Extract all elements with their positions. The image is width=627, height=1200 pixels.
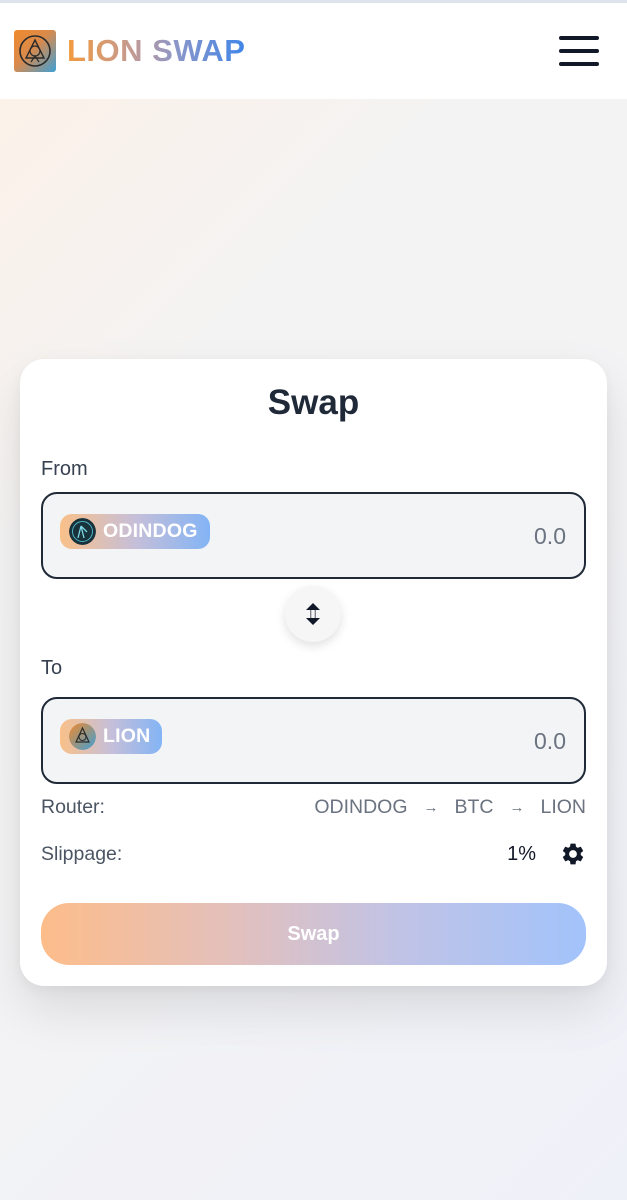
- to-token-box: LION: [41, 697, 586, 784]
- app-header: LION SWAP: [0, 3, 627, 99]
- hamburger-menu-icon[interactable]: [559, 36, 599, 66]
- from-token-box: ODINDOG: [41, 492, 586, 579]
- router-row: Router: ODINDOG → BTC → LION: [41, 796, 586, 819]
- route-token-btc: BTC: [454, 796, 494, 818]
- brand[interactable]: LION SWAP: [14, 30, 245, 72]
- gear-icon[interactable]: [560, 841, 586, 867]
- swap-submit-button[interactable]: Swap: [41, 903, 586, 965]
- route-arrow: →: [423, 799, 439, 816]
- lion-token-icon: [69, 723, 96, 750]
- to-label: To: [41, 657, 63, 679]
- from-token-symbol: ODINDOG: [103, 520, 198, 542]
- swap-direction-button[interactable]: [285, 586, 341, 642]
- swap-vertical-icon: [306, 603, 320, 625]
- route-token-odindog: ODINDOG: [314, 796, 408, 818]
- route-arrow: →: [509, 799, 525, 816]
- to-token-selector[interactable]: LION: [60, 719, 163, 754]
- from-token-selector[interactable]: ODINDOG: [60, 514, 210, 549]
- swap-title: Swap: [267, 383, 360, 422]
- router-label: Router:: [41, 796, 105, 818]
- slippage-row: Slippage: 1%: [41, 841, 586, 867]
- to-amount-input[interactable]: [386, 725, 566, 757]
- slippage-controls: 1%: [507, 841, 586, 867]
- slippage-value: 1%: [507, 842, 536, 865]
- slippage-label: Slippage:: [41, 842, 123, 865]
- route-token-lion: LION: [540, 796, 586, 818]
- brand-name: LION SWAP: [67, 33, 246, 68]
- route-path: ODINDOG → BTC → LION: [314, 796, 586, 819]
- lion-logo-icon: [14, 30, 56, 72]
- from-label: From: [41, 458, 88, 480]
- swap-card: Swap From ODINDOG To: [20, 359, 607, 986]
- from-amount-input[interactable]: [386, 520, 566, 552]
- odindog-token-icon: [69, 518, 96, 545]
- to-token-symbol: LION: [103, 725, 151, 747]
